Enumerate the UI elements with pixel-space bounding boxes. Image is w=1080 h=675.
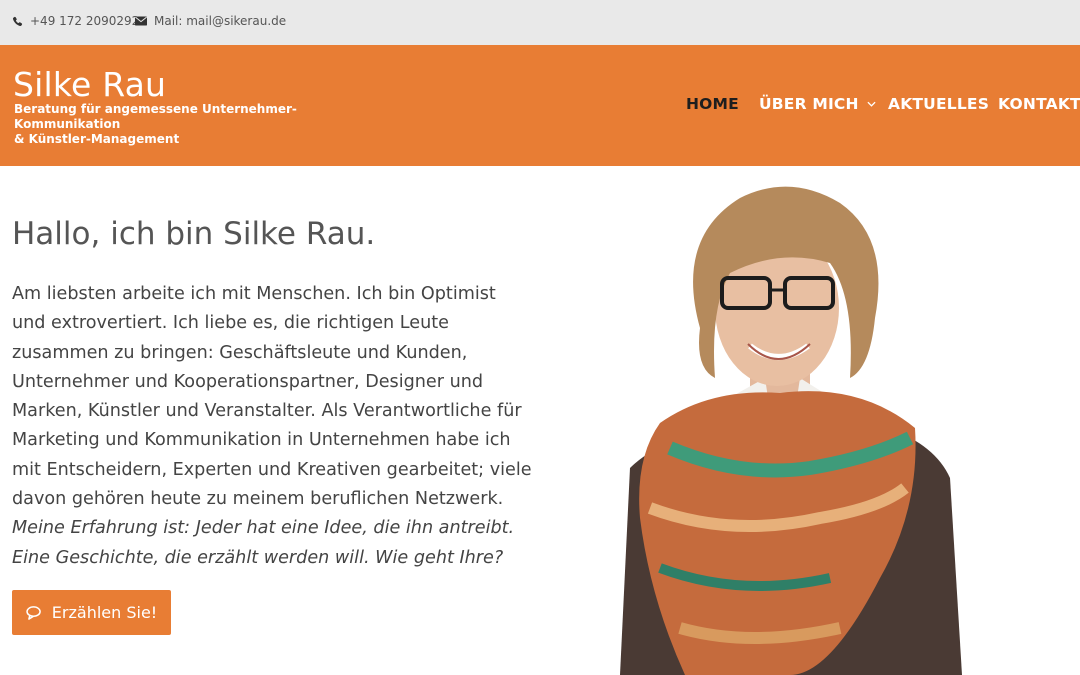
- nav-item-contact[interactable]: KONTAKT: [998, 95, 1080, 113]
- intro-text-italic: Meine Erfahrung ist: Jeder hat eine Idee…: [12, 518, 515, 568]
- nav-item-home[interactable]: HOME: [686, 95, 739, 113]
- nav-news-label: AKTUELLES: [888, 95, 990, 113]
- site-tagline: Beratung für angemessene Unternehmer-Kom…: [14, 102, 374, 147]
- nav-home-label: HOME: [686, 95, 739, 113]
- envelope-icon: [135, 16, 147, 26]
- tagline-line-2: & Künstler-Management: [14, 132, 180, 146]
- nav-item-news[interactable]: AKTUELLES: [888, 95, 989, 113]
- tell-us-label: Erzählen Sie!: [51, 603, 158, 622]
- phone-number: +49 172 2090292: [30, 14, 140, 28]
- intro-paragraph: Am liebsten arbeite ich mit Menschen. Ic…: [12, 280, 532, 573]
- mail-link[interactable]: Mail: mail@sikerau.de: [135, 14, 286, 28]
- chat-bubble-icon: [26, 605, 41, 620]
- site-header: Silke Rau Beratung für angemessene Unter…: [0, 45, 1080, 166]
- chevron-down-icon: [867, 101, 876, 107]
- intro-text: Am liebsten arbeite ich mit Menschen. Ic…: [12, 284, 532, 510]
- portrait-photo: [620, 186, 962, 675]
- phone-icon: [12, 16, 23, 26]
- nav-about-label: ÜBER MICH: [759, 95, 859, 113]
- top-bar: +49 172 2090292 Mail: mail@sikerau.de: [0, 0, 1080, 45]
- page-heading: Hallo, ich bin Silke Rau.: [12, 216, 376, 252]
- mail-address: Mail: mail@sikerau.de: [154, 14, 287, 28]
- tagline-line-1: Beratung für angemessene Unternehmer-Kom…: [14, 102, 297, 131]
- nav-contact-label: KONTAKT: [998, 95, 1080, 113]
- site-title[interactable]: Silke Rau: [13, 65, 166, 104]
- nav-item-about[interactable]: ÜBER MICH: [759, 95, 876, 113]
- tell-us-button[interactable]: Erzählen Sie!: [12, 590, 171, 635]
- phone-link[interactable]: +49 172 2090292: [12, 14, 139, 28]
